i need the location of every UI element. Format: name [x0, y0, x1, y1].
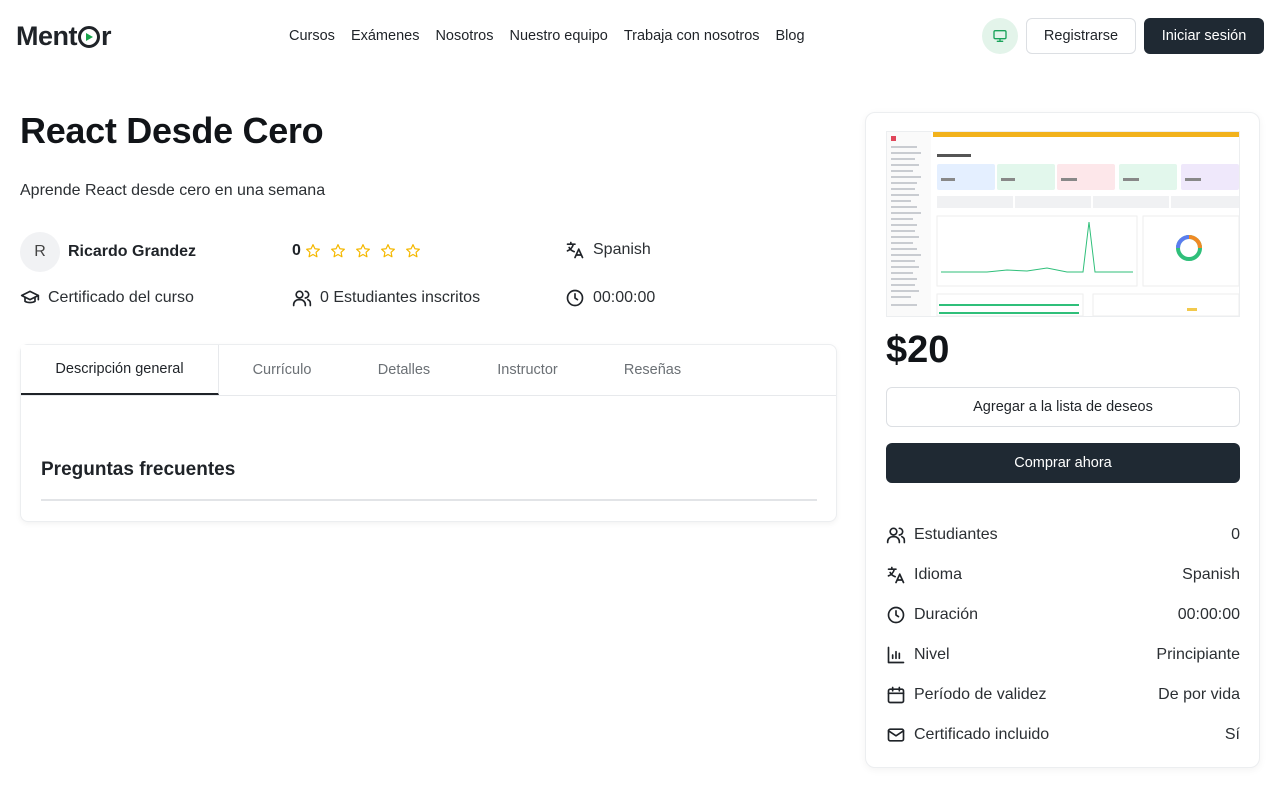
- info-row-validity: Período de validez De por vida: [886, 683, 1240, 707]
- users-icon: [292, 290, 312, 307]
- course-subtitle: Aprende React desde cero en una semana: [20, 182, 326, 199]
- monitor-icon: [993, 29, 1007, 42]
- nav-item-blog[interactable]: Blog: [768, 24, 813, 48]
- avatar: R: [20, 232, 60, 272]
- info-row-certificate: Certificado incluido Sí: [886, 723, 1240, 747]
- rating-value: 0: [292, 242, 301, 259]
- star-icon: [405, 244, 420, 258]
- mail-icon: [887, 728, 905, 742]
- nav-item-cursos[interactable]: Cursos: [281, 24, 343, 48]
- info-value: Sí: [1224, 726, 1240, 743]
- main-nav: Cursos Exámenes Nosotros Nuestro equipo …: [281, 24, 813, 48]
- brand-logo[interactable]: Ment r: [16, 20, 112, 52]
- info-row-students: Estudiantes 0: [886, 523, 1240, 547]
- tab-curriculo[interactable]: Currículo: [219, 345, 345, 395]
- buy-now-button[interactable]: Comprar ahora: [886, 443, 1240, 483]
- rating-stars: [305, 243, 429, 259]
- register-button[interactable]: Registrarse: [1026, 18, 1136, 54]
- tab-resenas[interactable]: Reseñas: [592, 345, 713, 395]
- play-icon: [78, 26, 100, 48]
- info-row-level: Nivel Principiante: [886, 643, 1240, 667]
- tab-instructor[interactable]: Instructor: [463, 345, 592, 395]
- login-button[interactable]: Iniciar sesión: [1144, 18, 1264, 54]
- course-duration: 00:00:00: [565, 288, 655, 308]
- nav-item-examenes[interactable]: Exámenes: [343, 24, 428, 48]
- info-row-language: Idioma Spanish: [886, 563, 1240, 587]
- clock-icon: [887, 606, 905, 624]
- info-label: Duración: [914, 606, 979, 623]
- info-label: Certificado incluido: [914, 726, 1050, 743]
- tab-detalles[interactable]: Detalles: [345, 345, 463, 395]
- add-to-wishlist-button[interactable]: Agregar a la lista de deseos: [886, 387, 1240, 427]
- nav-item-trabaja-con-nosotros[interactable]: Trabaja con nosotros: [616, 24, 768, 48]
- language-label: Spanish: [593, 241, 651, 258]
- info-value: Spanish: [1182, 566, 1240, 583]
- info-label: Nivel: [914, 646, 950, 663]
- course-price: $20: [886, 329, 950, 371]
- divider: [41, 499, 817, 501]
- calendar-icon: [887, 686, 905, 704]
- star-icon: [305, 244, 320, 258]
- info-value: 00:00:00: [1177, 606, 1240, 623]
- info-row-duration: Duración 00:00:00: [886, 603, 1240, 627]
- nav-item-nuestro-equipo[interactable]: Nuestro equipo: [501, 24, 615, 48]
- bar-chart-icon: [887, 646, 905, 664]
- tab-descripcion-general[interactable]: Descripción general: [21, 345, 219, 395]
- translate-icon: [887, 566, 905, 584]
- course-tabs: Descripción general Currículo Detalles I…: [21, 345, 836, 396]
- course-students: 0 Estudiantes inscritos: [292, 288, 480, 308]
- info-value: 0: [1231, 526, 1240, 543]
- info-label: Período de validez: [914, 686, 1047, 703]
- users-icon: [886, 527, 906, 544]
- course-tabs-card: Descripción general Currículo Detalles I…: [20, 344, 837, 522]
- star-icon: [355, 244, 370, 258]
- nav-item-nosotros[interactable]: Nosotros: [427, 24, 501, 48]
- info-value: Principiante: [1156, 646, 1240, 663]
- theme-toggle-button[interactable]: [982, 18, 1018, 54]
- course-language: Spanish: [565, 240, 651, 260]
- instructor[interactable]: R Ricardo Grandez: [20, 232, 196, 272]
- course-thumbnail[interactable]: [886, 131, 1240, 317]
- instructor-name[interactable]: Ricardo Grandez: [68, 243, 196, 261]
- faq-title: Preguntas frecuentes: [41, 459, 236, 480]
- students-label: 0 Estudiantes inscritos: [320, 289, 481, 306]
- header: Ment r Cursos Exámenes Nosotros Nuestro …: [0, 0, 1280, 72]
- purchase-card: $20 Agregar a la lista de deseos Comprar…: [865, 112, 1260, 768]
- star-icon: [330, 244, 345, 258]
- info-value: De por vida: [1158, 686, 1240, 703]
- course-certificate: Certificado del curso: [20, 288, 194, 308]
- info-label: Estudiantes: [914, 526, 998, 543]
- translate-icon: [566, 241, 584, 259]
- course-rating: 0: [292, 242, 429, 260]
- graduation-cap-icon: [20, 290, 40, 304]
- course-title: React Desde Cero: [20, 110, 324, 151]
- certificate-label: Certificado del curso: [48, 289, 194, 306]
- duration-label: 00:00:00: [593, 289, 656, 306]
- clock-icon: [566, 289, 584, 307]
- star-icon: [380, 244, 395, 258]
- info-label: Idioma: [914, 566, 963, 583]
